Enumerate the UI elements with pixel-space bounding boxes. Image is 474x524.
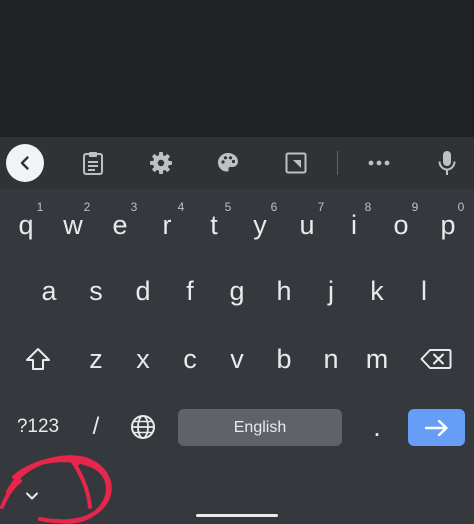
gesture-handle xyxy=(196,514,278,517)
keyboard: q w e r t y u i o p 1 2 3 4 5 6 7 8 9 0 … xyxy=(0,137,474,524)
settings-button[interactable] xyxy=(141,143,181,183)
key-s[interactable]: s xyxy=(73,265,119,317)
key-z[interactable]: z xyxy=(73,333,119,385)
key-f[interactable]: f xyxy=(167,265,213,317)
key-hint: 0 xyxy=(457,200,465,214)
key-j[interactable]: j xyxy=(308,265,354,317)
enter-key[interactable] xyxy=(408,409,465,446)
key-k[interactable]: k xyxy=(354,265,400,317)
key-hint: 3 xyxy=(130,200,138,214)
backspace-key[interactable] xyxy=(410,333,462,385)
key-d[interactable]: d xyxy=(120,265,166,317)
key-n[interactable]: n xyxy=(308,333,354,385)
mic-icon xyxy=(438,151,456,175)
toolbar-divider xyxy=(337,151,338,175)
key-hint: 4 xyxy=(177,200,185,214)
shift-key[interactable] xyxy=(13,333,63,385)
key-hint: 2 xyxy=(83,200,91,214)
key-a[interactable]: a xyxy=(26,265,72,317)
chevron-down-icon xyxy=(26,492,38,500)
language-key[interactable] xyxy=(120,401,166,453)
key-l[interactable]: l xyxy=(401,265,447,317)
symbols-key[interactable]: ?123 xyxy=(10,401,66,453)
key-b[interactable]: b xyxy=(261,333,307,385)
key-g[interactable]: g xyxy=(214,265,260,317)
key-hint: 6 xyxy=(270,200,278,214)
clipboard-button[interactable] xyxy=(73,143,113,183)
keyboard-toolbar xyxy=(0,137,474,189)
key-m[interactable]: m xyxy=(354,333,400,385)
theme-button[interactable] xyxy=(208,143,248,183)
voice-input-button[interactable] xyxy=(427,143,467,183)
key-v[interactable]: v xyxy=(214,333,260,385)
backspace-icon xyxy=(420,349,452,369)
key-hint: 9 xyxy=(411,200,419,214)
key-hint: 7 xyxy=(317,200,325,214)
app-content-area xyxy=(0,0,474,137)
key-hint: 8 xyxy=(364,200,372,214)
space-bar[interactable]: English xyxy=(178,409,342,446)
gear-icon xyxy=(150,152,172,174)
toolbar-back-button[interactable] xyxy=(6,144,44,182)
arrow-right-icon xyxy=(424,419,448,436)
resize-icon xyxy=(285,152,307,174)
period-key[interactable]: . xyxy=(354,401,400,453)
clipboard-icon xyxy=(83,152,103,175)
key-hint: 1 xyxy=(36,200,44,214)
palette-icon xyxy=(218,153,238,172)
key-hint: 5 xyxy=(224,200,232,214)
chevron-left-icon xyxy=(20,156,29,170)
key-x[interactable]: x xyxy=(120,333,166,385)
hide-keyboard-button[interactable] xyxy=(18,482,46,510)
more-options-button[interactable] xyxy=(359,143,399,183)
resize-button[interactable] xyxy=(276,143,316,183)
key-h[interactable]: h xyxy=(261,265,307,317)
more-icon xyxy=(368,160,390,166)
key-c[interactable]: c xyxy=(167,333,213,385)
slash-key[interactable]: / xyxy=(73,401,119,453)
globe-icon xyxy=(131,415,155,439)
shift-icon xyxy=(26,348,50,370)
